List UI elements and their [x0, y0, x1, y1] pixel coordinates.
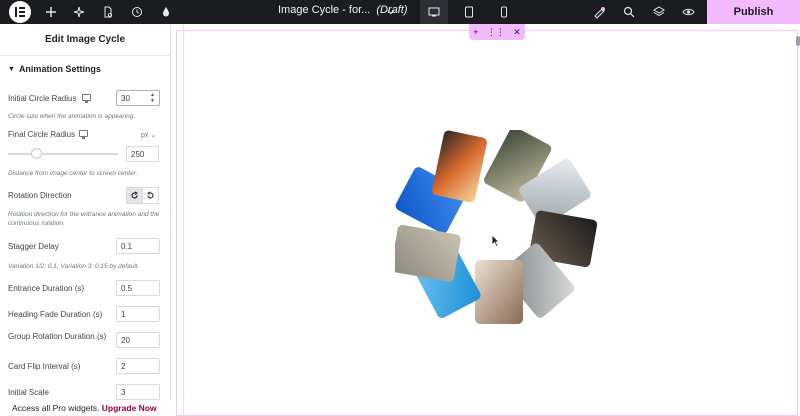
image-card [475, 260, 523, 324]
page-settings-icon[interactable] [99, 3, 117, 21]
chevron-down-icon[interactable] [386, 4, 396, 22]
caret-down-icon: ▼ [8, 65, 15, 73]
responsive-desktop-icon[interactable] [79, 130, 88, 139]
pro-promo-bar: Access all Pro widgets. Upgrade Now [0, 400, 171, 416]
heading-fade-input[interactable]: 1 [116, 306, 160, 322]
stepper-icon[interactable]: ▲ ▼ [150, 92, 155, 104]
initial-radius-input[interactable]: 30 ▲ ▼ [116, 90, 160, 106]
card-flip-input[interactable]: 2 [116, 358, 160, 374]
stagger-delay-input[interactable]: 0.1 [116, 238, 160, 254]
canvas-scrollbar[interactable] [796, 36, 800, 46]
unit-selector[interactable]: px ⌄ [141, 131, 156, 139]
ai-sparkle-icon[interactable] [70, 3, 88, 21]
final-radius-slider-handle[interactable] [31, 148, 42, 159]
add-section-icon[interactable]: + [473, 27, 478, 37]
initial-scale-input[interactable]: 3 [116, 384, 160, 400]
elementor-logo-icon[interactable] [9, 1, 31, 23]
heading-fade-label: Heading Fade Duration (s) [8, 310, 103, 319]
image-card [395, 224, 461, 282]
publish-button[interactable]: Publish [707, 0, 800, 24]
top-bar: Image Cycle - for... (Draft) Publish [0, 0, 800, 24]
initial-scale-label: Initial Scale [8, 388, 49, 397]
initial-radius-hint: Circle size when the animation is appear… [8, 113, 136, 120]
desktop-view-button[interactable] [420, 0, 448, 24]
stagger-delay-hint: Variation 1/2: 0.1, Variation 3: 0.15 by… [8, 263, 140, 270]
style-drop-icon[interactable] [157, 3, 175, 21]
entrance-duration-label: Entrance Duration (s) [8, 284, 85, 293]
delete-section-icon[interactable]: ✕ [513, 27, 521, 38]
mobile-view-button[interactable] [490, 0, 518, 24]
responsive-desktop-icon[interactable] [82, 94, 91, 103]
panel-title: Edit Image Cycle [0, 24, 170, 56]
drag-handle-icon[interactable]: ⋮⋮ [487, 27, 505, 38]
final-radius-hint: Distance from image center to screen cen… [8, 170, 138, 177]
rotation-direction-label: Rotation Direction [8, 191, 72, 200]
initial-radius-label: Initial Circle Radius [8, 94, 77, 103]
entrance-duration-input[interactable]: 0.5 [116, 280, 160, 296]
section-header-animation[interactable]: ▼ Animation Settings [8, 64, 101, 74]
group-rotation-label: Group Rotation Duration (s) [8, 332, 107, 341]
final-radius-label: Final Circle Radius [8, 130, 76, 139]
stagger-delay-label: Stagger Delay [8, 242, 59, 251]
card-flip-label: Card Flip Interval (s) [8, 362, 81, 371]
final-radius-slider-track[interactable] [8, 153, 118, 155]
rotation-direction-hint: Rotation direction for the entrance anim… [8, 211, 160, 227]
mouse-cursor-icon [491, 234, 500, 252]
tablet-view-button[interactable] [455, 0, 483, 24]
upgrade-link[interactable]: Upgrade Now [102, 403, 157, 413]
final-radius-input[interactable]: 250 [126, 146, 159, 162]
notifications-icon[interactable] [590, 3, 608, 21]
structure-layers-icon[interactable] [650, 3, 668, 21]
history-icon[interactable] [128, 3, 146, 21]
search-icon[interactable] [620, 3, 638, 21]
widget-settings-panel: Edit Image Cycle ▼ Animation Settings Ini… [0, 24, 171, 416]
rotate-counterclockwise-button[interactable] [142, 187, 159, 204]
image-card [432, 130, 487, 203]
add-element-icon[interactable] [42, 3, 60, 21]
rotate-clockwise-button[interactable] [126, 187, 143, 204]
preview-eye-icon[interactable] [679, 3, 697, 21]
section-handle[interactable]: + ⋮⋮ ✕ [469, 24, 525, 40]
group-rotation-input[interactable]: 20 [116, 332, 160, 348]
